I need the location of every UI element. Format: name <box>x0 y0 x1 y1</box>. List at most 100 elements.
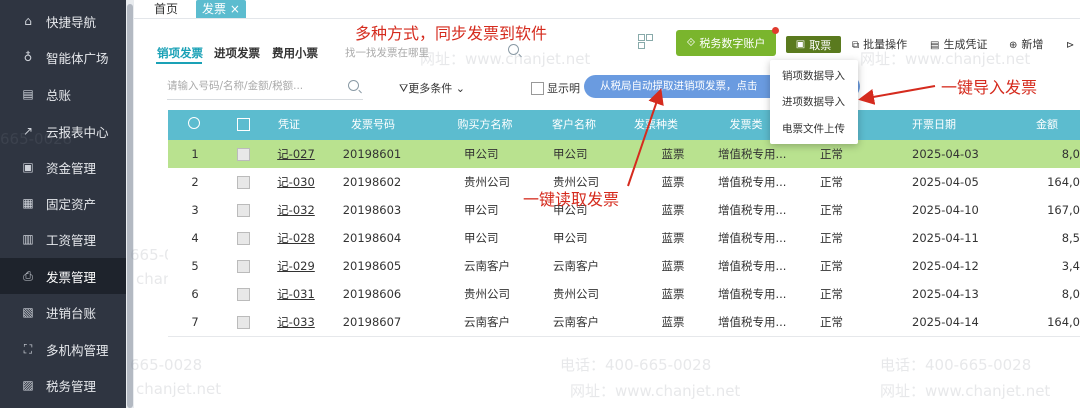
column-header-kind[interactable]: 发票种类 <box>616 110 696 140</box>
column-header-customer[interactable]: 客户名称 <box>534 110 614 140</box>
subtab-sales-invoice[interactable]: 销项发票 <box>157 45 203 61</box>
sidebar-item-label: 发票管理 <box>46 269 97 285</box>
invoice-type: 增值税专用... <box>718 147 787 161</box>
subtab-purchase-invoice[interactable]: 进项发票 <box>214 45 260 61</box>
column-header-amount[interactable]: 金额 <box>1014 110 1080 140</box>
amount: 8,5 <box>1061 231 1080 245</box>
row-number: 7 <box>191 315 199 329</box>
sidebar-item-invoice[interactable]: ⎙ 发票管理 <box>0 258 126 294</box>
asset-icon: ▦ <box>22 196 34 210</box>
sidebar-item-purchase-sales[interactable]: ▧ 进销台账 <box>0 294 126 330</box>
more-button[interactable]: ⊳ <box>1066 36 1078 53</box>
fetch-invoice-button[interactable]: ▣ 取票 <box>786 36 841 53</box>
sidebar: ⌂ 快捷导航 ♁ 智能体广场 ▤ 总账 ↗ 云报表中心 ▣ 资金管理 ▦ 固定资产 ▥ 工资管… <box>0 0 126 408</box>
row-checkbox[interactable] <box>237 204 250 217</box>
menu-item-purchase-import[interactable]: 进项数据导入 <box>782 94 845 109</box>
table-row[interactable]: 3 记-032 20198603 甲公司 甲公司 蓝票 增值税专用... 正常 … <box>168 196 1080 225</box>
search-icon[interactable] <box>348 80 359 91</box>
customer-name: 云南客户 <box>553 315 599 329</box>
scrollbar-thumb[interactable] <box>127 4 133 408</box>
org-icon: ⛶ <box>23 341 33 356</box>
row-checkbox[interactable] <box>237 232 250 245</box>
menu-item-sales-import[interactable]: 销项数据导入 <box>782 68 845 83</box>
select-all-checkbox[interactable] <box>237 118 250 131</box>
row-checkbox[interactable] <box>237 288 250 301</box>
search-hint[interactable]: 找一找发票在哪里 <box>345 45 429 60</box>
table-row[interactable]: 7 记-033 20198607 云南客户 云南客户 蓝票 增值税专用... 正… <box>168 308 1080 337</box>
invoice-kind: 蓝票 <box>661 315 685 329</box>
sidebar-item-agent-plaza[interactable]: ♁ 智能体广场 <box>0 39 126 75</box>
tab-home[interactable]: 首页 <box>154 0 178 18</box>
invoice-number: 20198601 <box>342 147 402 161</box>
voucher-link[interactable]: 记-028 <box>264 224 328 252</box>
invoice-number: 20198604 <box>342 231 402 245</box>
button-label: 生成凭证 <box>943 38 988 51</box>
search-icon[interactable] <box>508 44 519 55</box>
sidebar-item-label: 固定资产 <box>46 196 97 212</box>
show-detail-checkbox[interactable] <box>531 82 544 95</box>
customer-name: 甲公司 <box>553 147 588 161</box>
sidebar-item-ledger[interactable]: ▤ 总账 <box>0 76 126 112</box>
invoice-status: 正常 <box>820 231 843 245</box>
sidebar-item-salary[interactable]: ▥ 工资管理 <box>0 221 126 257</box>
invoice-status: 正常 <box>820 315 843 329</box>
sidebar-item-multi-org[interactable]: ⛶ 多机构管理 <box>0 331 126 367</box>
table-row[interactable]: 5 记-029 20198605 云南客户 云南客户 蓝票 增值税专用... 正… <box>168 252 1080 281</box>
settings-icon: ⟐ <box>686 36 696 49</box>
voucher-link[interactable]: 记-032 <box>264 196 328 224</box>
subtab-expense-receipt[interactable]: 费用小票 <box>272 45 318 61</box>
invoice-type: 增值税专用... <box>718 259 787 273</box>
column-header-invoice-no[interactable]: 发票号码 <box>328 110 418 140</box>
invoice-status: 正常 <box>820 147 843 161</box>
gear-icon[interactable] <box>188 117 200 129</box>
sidebar-item-tax[interactable]: ▨ 税务管理 <box>0 367 126 403</box>
row-checkbox[interactable] <box>237 260 250 273</box>
customer-name: 甲公司 <box>553 231 588 245</box>
voucher-link[interactable]: 记-027 <box>264 140 328 168</box>
issue-date: 2025-04-03 <box>912 147 979 161</box>
invoice-number: 20198605 <box>342 259 402 273</box>
menu-item-eticket-upload[interactable]: 电票文件上传 <box>782 121 845 136</box>
table-row[interactable]: 1 记-027 20198601 甲公司 甲公司 蓝票 增值税专用... 正常 … <box>168 140 1080 169</box>
row-number: 3 <box>191 203 199 217</box>
voucher-link[interactable]: 记-033 <box>264 308 328 336</box>
plus-circle-icon: ⊕ <box>1009 40 1018 51</box>
column-header-buyer[interactable]: 购买方名称 <box>440 110 530 140</box>
tab-invoice[interactable]: 发票 × <box>196 0 246 18</box>
row-checkbox[interactable] <box>237 176 250 189</box>
voucher-link[interactable]: 记-029 <box>264 252 328 280</box>
close-icon[interactable]: × <box>230 2 240 16</box>
table-row[interactable]: 2 记-030 20198602 贵州公司 贵州公司 蓝票 增值税专用... 正… <box>168 168 1080 197</box>
table-row[interactable]: 6 记-031 20198606 贵州公司 贵州公司 蓝票 增值税专用... 正… <box>168 280 1080 309</box>
qrcode-icon[interactable] <box>638 34 653 49</box>
sidebar-item-fund[interactable]: ▣ 资金管理 <box>0 149 126 185</box>
add-button[interactable]: ⊕ 新增 <box>1009 36 1043 53</box>
batch-operation-button[interactable]: ⧉ 批量操作 <box>852 36 907 53</box>
sidebar-item-fixed-asset[interactable]: ▦ 固定资产 <box>0 185 126 221</box>
tax-digital-account-button[interactable]: ⟐ 税务数字账户 <box>676 30 776 56</box>
buyer-name: 云南客户 <box>464 259 510 273</box>
invoice-type: 增值税专用... <box>718 287 787 301</box>
buyer-name: 甲公司 <box>464 147 499 161</box>
table-row[interactable]: 4 记-028 20198604 甲公司 甲公司 蓝票 增值税专用... 正常 … <box>168 224 1080 253</box>
purchase-sales-icon: ▧ <box>22 305 34 319</box>
voucher-link[interactable]: 记-031 <box>264 280 328 308</box>
column-header-voucher[interactable]: 凭证 <box>254 110 324 140</box>
issue-date: 2025-04-12 <box>912 259 979 273</box>
ticket-icon: ▣ <box>795 39 806 50</box>
voucher-link[interactable]: 记-030 <box>264 168 328 196</box>
table-header: 凭证 发票号码 购买方名称 客户名称 发票种类 发票类 状态 开票日期 金额 <box>168 110 1080 140</box>
chevron-down-icon: ⌄ <box>452 82 465 95</box>
column-header-date[interactable]: 开票日期 <box>874 110 994 140</box>
sidebar-item-label: 智能体广场 <box>46 50 109 66</box>
invoice-kind: 蓝票 <box>661 147 685 161</box>
row-checkbox[interactable] <box>237 316 250 329</box>
more-conditions-button[interactable]: ⛛更多条件 ⌄ <box>399 80 465 96</box>
generate-voucher-button[interactable]: ▤ 生成凭证 <box>930 36 987 53</box>
watermark: 665-0028 <box>130 356 203 374</box>
search-input[interactable]: 请输入号码/名称/金额/税额... <box>167 73 363 100</box>
row-checkbox[interactable] <box>237 148 250 161</box>
sidebar-scrollbar[interactable] <box>126 0 134 408</box>
arrow-to-import <box>858 85 936 105</box>
sidebar-item-quick-nav[interactable]: ⌂ 快捷导航 <box>0 3 126 39</box>
